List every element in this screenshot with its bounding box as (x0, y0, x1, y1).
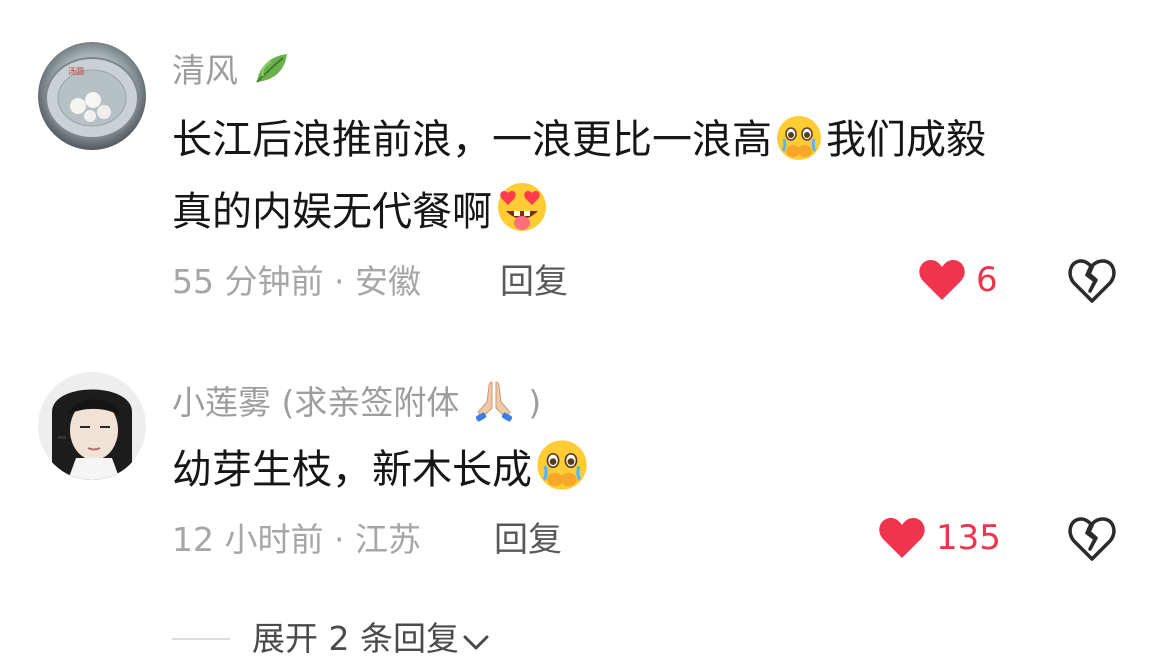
heart-icon (879, 517, 925, 558)
comment-text-end: 我们成毅 (826, 117, 986, 163)
crying-face-hands-icon (537, 440, 587, 490)
avatar[interactable]: 汤圆 (38, 42, 146, 150)
comment-content: 幼芽生枝，新木长成 (172, 434, 1132, 506)
avatar[interactable] (38, 372, 146, 480)
like-button[interactable]: 135 (878, 516, 1001, 560)
expand-replies-button[interactable]: 展开 2 条回复 (172, 614, 491, 656)
comment-content: 长江后浪推前浪，一浪更比一浪高 我们成毅 真的内娱无代餐啊 (172, 104, 1132, 248)
username-text: 清风 (172, 51, 238, 90)
expand-replies-label: 展开 2 条回复 (252, 619, 459, 656)
chevron-down-icon (463, 635, 489, 650)
broken-heart-icon (1068, 259, 1116, 303)
comment-text-line2: 真的内娱无代餐啊 (172, 189, 492, 235)
leaf-icon (255, 54, 287, 83)
reply-button[interactable]: 回复 (494, 520, 562, 560)
comment-text: 幼芽生枝，新木长成 (172, 447, 532, 493)
crying-face-hands-icon (777, 116, 821, 160)
time-location: 12 小时前 · 江苏 (172, 520, 421, 559)
praying-hands-icon (475, 381, 512, 422)
username[interactable]: 小莲雾 (求亲签附体 ) (172, 378, 541, 423)
dislike-button[interactable] (1068, 258, 1116, 308)
svg-text:汤圆: 汤圆 (68, 67, 84, 76)
reply-button[interactable]: 回复 (500, 262, 568, 302)
username-suffix: ) (528, 383, 542, 422)
bowl-image-icon: 汤圆 (38, 42, 146, 150)
username-text: 小莲雾 (求亲签附体 (172, 383, 460, 422)
person-photo-icon (38, 372, 146, 480)
like-button[interactable]: 6 (918, 258, 998, 302)
like-count: 6 (976, 260, 998, 300)
username[interactable]: 清风 (172, 48, 293, 91)
comment-text: 长江后浪推前浪，一浪更比一浪高 (172, 117, 772, 163)
dislike-button[interactable] (1068, 516, 1116, 566)
heart-icon (919, 259, 965, 300)
broken-heart-icon (1068, 517, 1116, 561)
comment-item: 小莲雾 (求亲签附体 ) 幼芽生枝，新木长成 12 小时前 · 江苏 回复 13… (0, 330, 1167, 590)
like-count: 135 (936, 518, 1001, 558)
divider-line (172, 638, 230, 640)
heart-eyes-tongue-icon (498, 183, 546, 231)
time-location: 55 分钟前 · 安徽 (172, 262, 421, 301)
comment-page: 汤圆 清风 长江后浪推前浪，一浪更比一浪高 我们成毅 真的内娱无代餐啊 55 分… (0, 0, 1167, 656)
comment-item: 汤圆 清风 长江后浪推前浪，一浪更比一浪高 我们成毅 真的内娱无代餐啊 55 分… (0, 0, 1167, 330)
